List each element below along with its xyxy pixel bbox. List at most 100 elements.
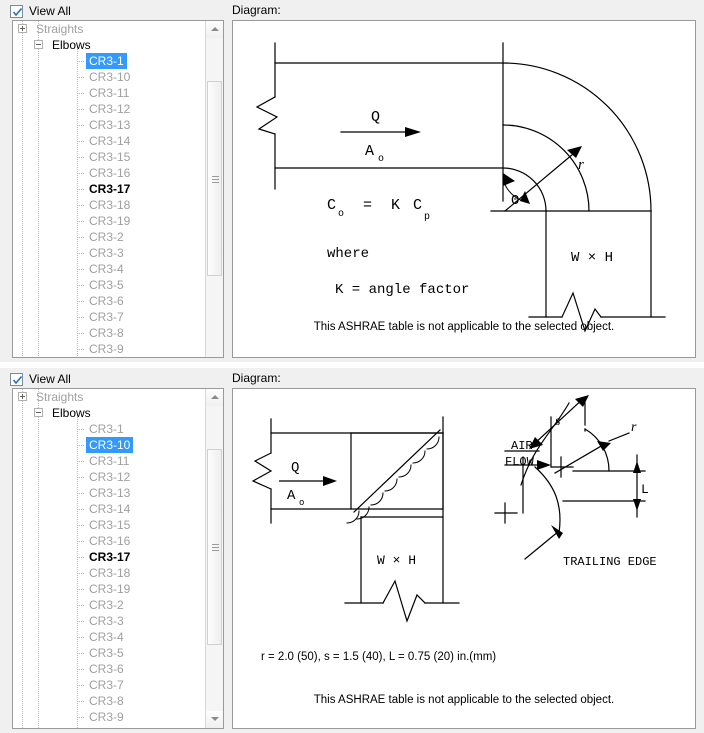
view-all-row-2[interactable]: View All [10, 371, 71, 387]
tree-item-cr3-6[interactable]: CR3-6 [13, 661, 206, 677]
tree-item-cr3-14[interactable]: CR3-14 [13, 133, 206, 149]
tree-item-label: CR3-11 [89, 454, 130, 468]
scroll-up-button-2[interactable] [206, 389, 223, 406]
tree-item-cr3-17[interactable]: CR3-17 [13, 549, 206, 565]
tree-item-label: CR3-14 [89, 502, 131, 516]
tree-connector [77, 61, 85, 62]
scroll-down-button-2[interactable] [206, 711, 223, 728]
tree-item-cr3-1[interactable]: CR3-1 [13, 53, 206, 69]
tree-connector [77, 637, 85, 638]
tree-connector [77, 189, 85, 190]
section-label: W × H [571, 250, 613, 266]
tree-item-cr3-7[interactable]: CR3-7 [13, 309, 206, 325]
scroll-up-button-1[interactable] [206, 21, 223, 38]
view-all-checkbox-2[interactable] [10, 372, 23, 386]
tree-item-cr3-11[interactable]: CR3-11 [13, 85, 206, 101]
triangle-up-icon [211, 27, 219, 31]
tree-item-label: CR3-12 [89, 102, 131, 116]
view-all-row-1[interactable]: View All [10, 3, 71, 19]
vane-spacing-label: s [555, 414, 561, 429]
fitting-tree-rows-2[interactable]: Straights Elbows CR3-1 CR3-10 CR3-11 CR3-12 CR… [13, 389, 206, 728]
view-all-label-1: View All [29, 4, 71, 18]
tree-item-cr3-10[interactable]: CR3-10 [13, 437, 206, 453]
tree-item-cr3-5[interactable]: CR3-5 [13, 277, 206, 293]
tree-item-straights[interactable]: Straights [13, 21, 206, 37]
triangle-down-icon [211, 717, 219, 721]
tree-item-cr3-5[interactable]: CR3-5 [13, 645, 206, 661]
expand-icon[interactable] [18, 24, 27, 33]
scrollbar-thumb-2[interactable] [207, 449, 222, 645]
diagram-note-1: This ASHRAE table is not applicable to t… [313, 321, 615, 333]
tree-item-cr3-16[interactable]: CR3-16 [13, 165, 206, 181]
tree-connector [77, 541, 85, 542]
fitting-tree-1[interactable]: Straights Elbows CR3-1 CR3-10 CR3-11 CR3-12 CR… [12, 20, 224, 358]
tree-connector [77, 125, 85, 126]
tree-connector [77, 589, 85, 590]
tree-connector [77, 701, 85, 702]
tree-item-cr3-12[interactable]: CR3-12 [13, 101, 206, 117]
tree-connector [77, 141, 85, 142]
tree-item-elbows[interactable]: Elbows [13, 37, 206, 53]
tree-item-cr3-18[interactable]: CR3-18 [13, 565, 206, 581]
diagram-view-2: Q A o W × H AIR FLOW s r L TRAILING EDGE… [232, 388, 696, 729]
tree-item-straights[interactable]: Straights [13, 389, 206, 405]
tree-item-cr3-9[interactable]: CR3-9 [13, 341, 206, 357]
tree-item-cr3-15[interactable]: CR3-15 [13, 517, 206, 533]
checkmark-icon [12, 7, 23, 16]
tree-item-cr3-12[interactable]: CR3-12 [13, 469, 206, 485]
tree-item-cr3-19[interactable]: CR3-19 [13, 213, 206, 229]
fitting-tree-2[interactable]: Straights Elbows CR3-1 CR3-10 CR3-11 CR3-12 CR… [12, 388, 224, 729]
tree-scrollbar-2[interactable] [205, 389, 223, 728]
collapse-icon[interactable] [34, 408, 43, 417]
k-definition: K = angle factor [335, 282, 469, 298]
tree-item-cr3-19[interactable]: CR3-19 [13, 581, 206, 597]
fitting-tree-rows-1[interactable]: Straights Elbows CR3-1 CR3-10 CR3-11 CR3-12 CR… [13, 21, 206, 357]
tree-connector [77, 605, 85, 606]
tree-item-cr3-9[interactable]: CR3-9 [13, 709, 206, 725]
tree-item-cr3-8[interactable]: CR3-8 [13, 693, 206, 709]
tree-item-elbows[interactable]: Elbows [13, 405, 206, 421]
tree-item-cr3-18[interactable]: CR3-18 [13, 197, 206, 213]
tree-item-cr3-8[interactable]: CR3-8 [13, 325, 206, 341]
tree-item-label: CR3-15 [89, 518, 131, 532]
tree-item-cr3-13[interactable]: CR3-13 [13, 485, 206, 501]
tree-item-cr3-15[interactable]: CR3-15 [13, 149, 206, 165]
collapse-icon[interactable] [34, 40, 43, 49]
tree-item-label: CR3-16 [89, 166, 131, 180]
view-all-label-2: View All [29, 372, 71, 386]
tree-item-label: CR3-17 [89, 550, 131, 564]
tree-item-cr3-3[interactable]: CR3-3 [13, 613, 206, 629]
tree-scrollbar-1[interactable] [205, 21, 223, 357]
scrollbar-thumb-1[interactable] [207, 81, 222, 276]
tree-item-cr3-10[interactable]: CR3-10 [13, 69, 206, 85]
tree-item-label: CR3-5 [89, 646, 124, 660]
tree-item-cr3-7[interactable]: CR3-7 [13, 677, 206, 693]
tree-item-cr3-2[interactable]: CR3-2 [13, 229, 206, 245]
tree-item-cr3-16[interactable]: CR3-16 [13, 533, 206, 549]
diagram-label-1: Diagram: [232, 3, 281, 17]
tree-item-cr3-14[interactable]: CR3-14 [13, 501, 206, 517]
theta-label: Θ [511, 193, 519, 209]
tree-connector [77, 237, 85, 238]
tree-item-cr3-4[interactable]: CR3-4 [13, 261, 206, 277]
tree-connector [77, 461, 85, 462]
tree-item-label: CR3-15 [89, 150, 131, 164]
tree-item-cr3-11[interactable]: CR3-11 [13, 453, 206, 469]
formula-k: K [391, 197, 400, 214]
tree-item-label: CR3-11 [89, 86, 130, 100]
tree-item-cr3-4[interactable]: CR3-4 [13, 629, 206, 645]
tree-connector [77, 557, 85, 558]
tree-item-cr3-3[interactable]: CR3-3 [13, 245, 206, 261]
tree-item-label: CR3-12 [89, 470, 131, 484]
triangle-up-icon [211, 395, 219, 399]
tree-item-cr3-1[interactable]: CR3-1 [13, 421, 206, 437]
expand-icon[interactable] [18, 392, 27, 401]
tree-connector [77, 525, 85, 526]
tree-item-label: CR3-4 [89, 630, 124, 644]
tree-item-cr3-2[interactable]: CR3-2 [13, 597, 206, 613]
tree-item-cr3-6[interactable]: CR3-6 [13, 293, 206, 309]
tree-item-cr3-13[interactable]: CR3-13 [13, 117, 206, 133]
tree-connector [77, 269, 85, 270]
view-all-checkbox-1[interactable] [10, 4, 23, 18]
tree-item-cr3-17[interactable]: CR3-17 [13, 181, 206, 197]
